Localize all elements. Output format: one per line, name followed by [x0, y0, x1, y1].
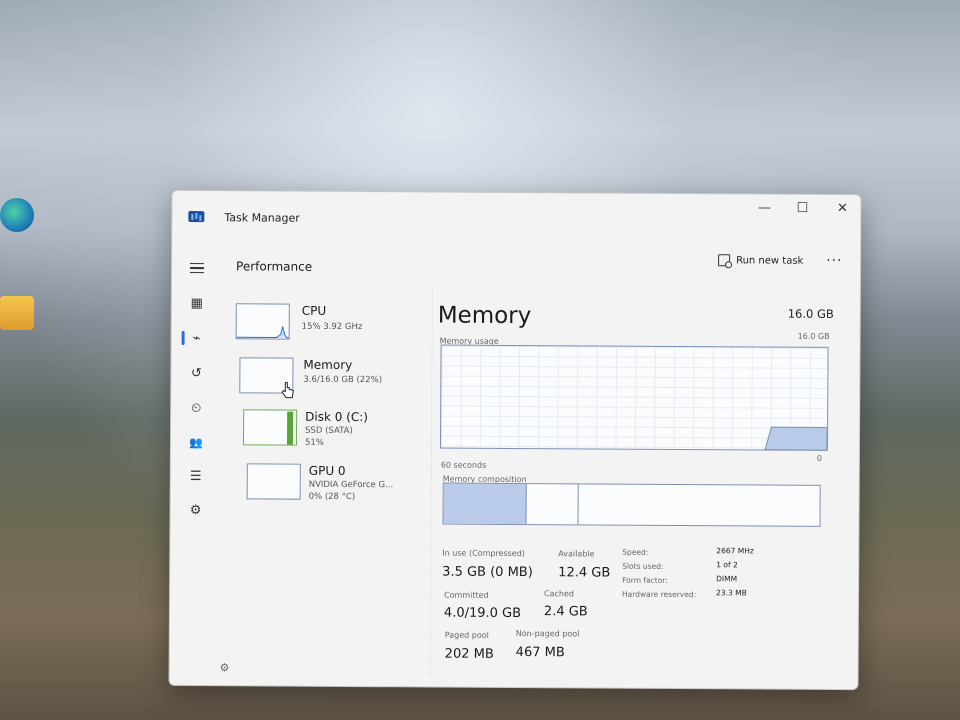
memory-usage-area — [764, 426, 828, 450]
task-manager-app-icon — [188, 211, 205, 223]
page-title: Performance — [236, 259, 313, 274]
composition-in-use-segment — [443, 483, 527, 525]
nav-app-history[interactable]: ↺ — [181, 362, 211, 384]
available-label: Available — [558, 549, 595, 559]
committed-label: Committed — [444, 590, 489, 600]
committed-value: 4.0/19.0 GB — [443, 605, 522, 622]
paged-pool-value: 202 MB — [444, 646, 494, 662]
resource-gpu[interactable]: GPU 0 NVIDIA GeForce G... 0% (28 °C) — [246, 463, 437, 510]
startup-apps-icon: ⏲ — [191, 400, 202, 416]
memory-total: 16.0 GB — [787, 306, 834, 321]
graph-max-label: 16.0 GB — [797, 331, 830, 341]
nav-details[interactable]: ☰ — [181, 465, 211, 487]
disk-usage-text: 51% — [304, 437, 324, 448]
slots-used-value: 1 of 2 — [716, 560, 738, 570]
form-factor-value: DIMM — [716, 574, 738, 584]
users-icon: 👥 — [189, 435, 203, 449]
speed-label: Speed: — [622, 547, 649, 557]
disk-thumbnail-graph — [242, 409, 298, 446]
hardware-reserved-label: Hardware reserved: — [622, 589, 697, 600]
memory-name: Memory — [303, 357, 353, 373]
settings-icon[interactable]: ⚙ — [220, 661, 230, 674]
in-use-value: 3.5 GB (0 MB) — [442, 564, 533, 581]
memory-composition-bar — [442, 482, 821, 527]
gpu-name: GPU 0 — [308, 463, 346, 478]
disk-name: Disk 0 (C:) — [305, 409, 369, 425]
run-task-icon — [718, 254, 731, 267]
non-paged-pool-value: 467 MB — [515, 645, 565, 661]
cpu-thumbnail-graph — [235, 303, 290, 340]
paged-pool-label: Paged pool — [444, 630, 489, 640]
cached-label: Cached — [544, 589, 575, 599]
cpu-usage-text: 15% 3.92 GHz — [301, 321, 363, 333]
disk-type-text: SSD (SATA) — [305, 425, 353, 437]
nav-users[interactable]: 👥 — [181, 431, 211, 453]
hamburger-menu-button[interactable] — [182, 257, 212, 279]
resource-disk[interactable]: Disk 0 (C:) SSD (SATA) 51% — [242, 409, 433, 456]
composition-modified-segment — [526, 484, 580, 525]
task-manager-window: Task Manager — ☐ ✕ ▦ ⌁ ↺ ⏲ 👥 ☰ ⚙ Perform… — [168, 189, 862, 691]
app-history-icon: ↺ — [190, 365, 202, 381]
services-icon: ⚙ — [189, 502, 202, 518]
more-options-button[interactable]: ··· — [826, 253, 842, 269]
title-bar: Task Manager — ☐ ✕ — [172, 191, 860, 235]
nav-services[interactable]: ⚙ — [180, 499, 210, 521]
performance-icon: ⌁ — [192, 330, 201, 346]
hardware-reserved-value: 23.3 MB — [716, 588, 747, 598]
processes-icon: ▦ — [190, 295, 204, 311]
gpu-usage-text: 0% (28 °C) — [308, 491, 356, 503]
nav-performance[interactable]: ⌁ — [182, 327, 212, 349]
resource-cpu[interactable]: CPU 15% 3.92 GHz — [235, 303, 426, 350]
close-button[interactable]: ✕ — [824, 197, 860, 219]
memory-usage-graph — [439, 344, 829, 451]
minimize-button[interactable]: — — [746, 196, 782, 218]
mouse-cursor-icon — [281, 382, 294, 399]
graph-min-label: 0 — [816, 453, 823, 463]
available-value: 12.4 GB — [558, 565, 611, 581]
in-use-label: In use (Compressed) — [442, 548, 525, 559]
resource-memory[interactable]: Memory 3.6/16.0 GB (22%) — [239, 357, 429, 404]
hamburger-icon — [190, 263, 205, 274]
cached-value: 2.4 GB — [543, 604, 588, 620]
memory-usage-text: 3.6/16.0 GB (22%) — [303, 374, 383, 386]
slots-used-label: Slots used: — [622, 561, 664, 571]
memory-title: Memory — [437, 302, 532, 330]
maximize-button[interactable]: ☐ — [784, 197, 820, 219]
gpu-model-text: NVIDIA GeForce G... — [308, 479, 394, 491]
form-factor-label: Form factor: — [622, 575, 668, 585]
window-title: Task Manager — [224, 211, 300, 225]
composition-standby-segment — [579, 484, 820, 525]
speed-value: 2667 MHz — [716, 546, 754, 556]
run-new-task-button[interactable]: Run new task — [718, 254, 803, 267]
details-icon: ☰ — [189, 468, 202, 484]
time-span-label: 60 seconds — [440, 460, 487, 470]
run-new-task-label: Run new task — [736, 254, 804, 267]
non-paged-pool-label: Non-paged pool — [515, 629, 580, 639]
folder-desktop-icon[interactable] — [0, 296, 34, 330]
nav-processes[interactable]: ▦ — [182, 292, 212, 314]
nav-startup-apps[interactable]: ⏲ — [181, 397, 211, 419]
gpu-thumbnail-graph — [246, 463, 301, 500]
edge-desktop-icon[interactable] — [0, 198, 34, 232]
cpu-name: CPU — [301, 303, 327, 318]
